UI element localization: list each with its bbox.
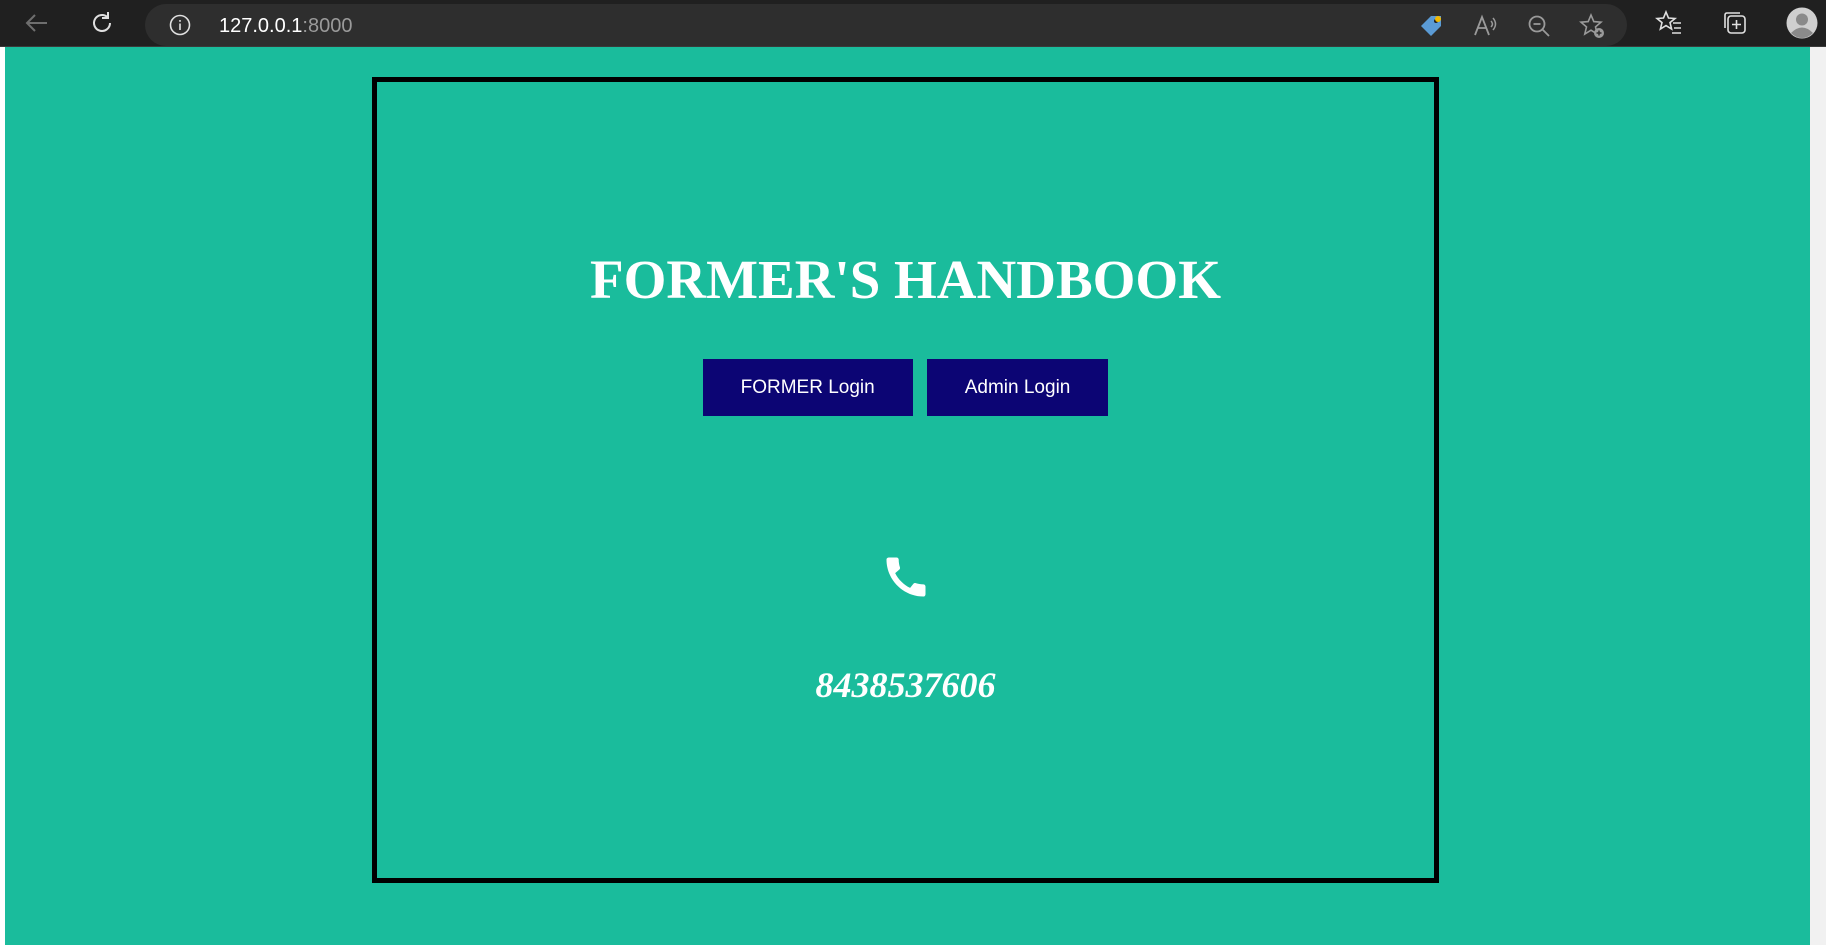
favorites-list-icon [1655, 9, 1681, 34]
avatar-icon [1786, 7, 1818, 39]
refresh-icon [93, 12, 111, 32]
profile-button[interactable] [1785, 6, 1819, 40]
admin-login-button[interactable]: Admin Login [926, 359, 1109, 416]
collections-button[interactable] [1718, 6, 1752, 40]
shopping-tag-button[interactable] [1417, 12, 1445, 40]
login-button-row: FORMER Login Admin Login [377, 359, 1434, 416]
site-info-icon[interactable] [169, 14, 191, 36]
back-button[interactable] [20, 6, 54, 40]
refresh-button[interactable] [85, 6, 119, 40]
url-port: :8000 [302, 15, 353, 37]
address-url[interactable]: 127.0.0.1:8000 [219, 15, 352, 38]
back-arrow-icon [25, 14, 47, 32]
read-aloud-button[interactable] [1471, 12, 1499, 40]
url-host: 127.0.0.1 [219, 15, 303, 37]
zoom-out-button[interactable] [1525, 12, 1553, 40]
add-favorite-button[interactable] [1578, 12, 1606, 40]
read-aloud-icon [1474, 14, 1497, 36]
main-card: FORMER'S HANDBOOK FORMER Login Admin Log… [372, 77, 1439, 883]
address-bar[interactable]: 127.0.0.1:8000 [145, 4, 1627, 46]
page-title: FORMER'S HANDBOOK [590, 249, 1221, 310]
browser-toolbar: 127.0.0.1:8000 [0, 0, 1826, 47]
zoom-out-icon [1528, 15, 1550, 37]
phone-icon [886, 557, 926, 597]
star-add-icon [1579, 12, 1604, 38]
phone-number: 8438537606 [815, 665, 996, 705]
tag-icon [1421, 16, 1441, 36]
page-scrollbar[interactable] [1810, 47, 1826, 945]
collections-icon [1724, 12, 1746, 34]
favorites-button[interactable] [1652, 6, 1686, 40]
former-login-button[interactable]: FORMER Login [702, 359, 913, 416]
